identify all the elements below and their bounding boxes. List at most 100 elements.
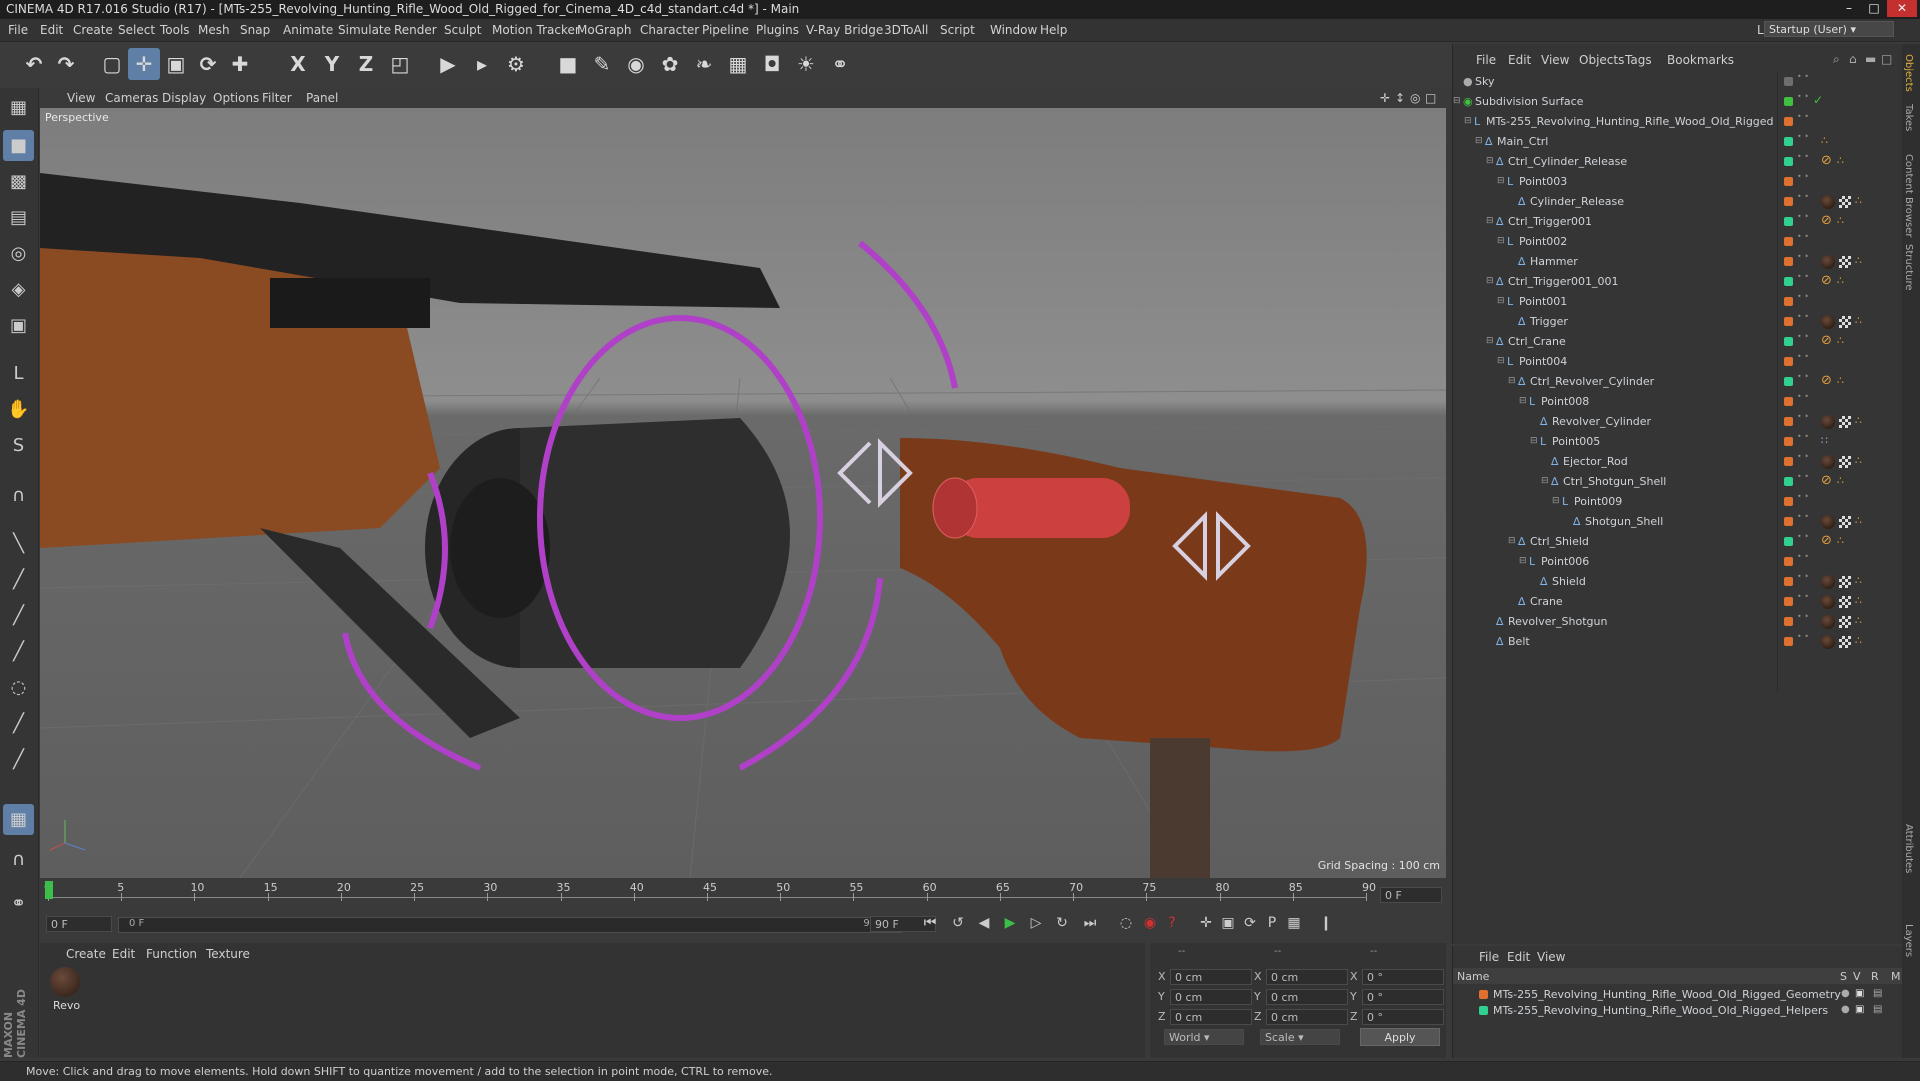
- expand-toggle-icon[interactable]: ⊟: [1497, 176, 1505, 186]
- layer-column-r[interactable]: R: [1871, 970, 1879, 983]
- visibility-dots-icon[interactable]: • •: [1797, 613, 1809, 621]
- object-name[interactable]: Point006: [1541, 555, 1589, 568]
- layer-color-swatch[interactable]: [1784, 517, 1793, 526]
- object-menu-tags[interactable]: Tags: [1625, 53, 1652, 67]
- visibility-dots-icon[interactable]: • •: [1797, 393, 1809, 401]
- object-name[interactable]: Main_Ctrl: [1497, 135, 1548, 148]
- pen-icon[interactable]: ✎: [586, 48, 618, 80]
- python-script-icon[interactable]: ⚭: [3, 888, 34, 919]
- layer-color-swatch[interactable]: [1784, 237, 1793, 246]
- layer-column-m[interactable]: M: [1891, 970, 1901, 983]
- y-axis-icon[interactable]: Y: [316, 48, 348, 80]
- redo-icon[interactable]: ↷: [50, 48, 82, 80]
- object-menu-view[interactable]: View: [1541, 53, 1569, 67]
- object-row[interactable]: ⊟ L Point006 • •: [1453, 552, 1903, 572]
- material-tag-icon[interactable]: [1821, 195, 1835, 209]
- goto-end-icon[interactable]: ⏭: [1080, 915, 1100, 935]
- expand-toggle-icon[interactable]: ⊟: [1497, 356, 1505, 366]
- visibility-dots-icon[interactable]: • •: [1797, 333, 1809, 341]
- play-icon[interactable]: ▶: [1000, 915, 1020, 935]
- transform-icon[interactable]: ✚: [224, 48, 256, 80]
- layer-color-swatch[interactable]: [1784, 317, 1793, 326]
- expand-toggle-icon[interactable]: ⊟: [1508, 536, 1516, 546]
- material-tag-icon[interactable]: [1821, 515, 1835, 529]
- material-thumbnail[interactable]: [50, 967, 80, 997]
- object-row[interactable]: ∆ Shotgun_Shell • • ∴: [1453, 512, 1903, 532]
- visibility-dots-icon[interactable]: • •: [1797, 633, 1809, 641]
- object-name[interactable]: Ctrl_Crane: [1508, 335, 1566, 348]
- coord-field[interactable]: 0 cm: [1266, 989, 1348, 1005]
- coord-field[interactable]: 0 cm: [1170, 989, 1252, 1005]
- expand-toggle-icon[interactable]: ⊟: [1464, 116, 1472, 126]
- object-name[interactable]: Ctrl_Trigger001_001: [1508, 275, 1619, 288]
- hammer-arrow-controllers[interactable]: [837, 438, 913, 508]
- visibility-dots-icon[interactable]: • •: [1797, 253, 1809, 261]
- tweak-icon[interactable]: ✋: [3, 394, 34, 425]
- undo-icon[interactable]: ↶: [18, 48, 50, 80]
- object-row[interactable]: ⊟ ∆ Ctrl_Cylinder_Release • • ⊘ ∴: [1453, 152, 1903, 172]
- viewport-rotate-icon[interactable]: ◎: [1410, 91, 1420, 105]
- protection-tag-icon[interactable]: ⊘: [1821, 273, 1832, 288]
- material-menu-function[interactable]: Function: [146, 947, 197, 961]
- constraint-tag-icon[interactable]: ∴: [1821, 134, 1828, 147]
- constraint-tag-icon[interactable]: ∴: [1837, 474, 1844, 487]
- smooth-icon[interactable]: ╱: [3, 744, 34, 775]
- layer-color-swatch[interactable]: [1784, 297, 1793, 306]
- light-icon[interactable]: ☀: [790, 48, 822, 80]
- camera-icon[interactable]: ◘: [756, 48, 788, 80]
- constraint-tag-icon[interactable]: ∴: [1837, 154, 1844, 167]
- visibility-dots-icon[interactable]: • •: [1797, 513, 1809, 521]
- side-tab-content-browser[interactable]: Content Browser: [1903, 154, 1914, 237]
- weight-tag-icon[interactable]: ∴: [1855, 514, 1862, 527]
- menu-tools[interactable]: Tools: [160, 23, 190, 37]
- menu-sculpt[interactable]: Sculpt: [444, 23, 481, 37]
- expand-toggle-icon[interactable]: ⊟: [1486, 336, 1494, 346]
- object-row[interactable]: ⊟ ∆ Ctrl_Crane • • ⊘ ∴: [1453, 332, 1903, 352]
- material-tag-icon[interactable]: [1821, 615, 1835, 629]
- view-visible-icon[interactable]: ▣: [1855, 988, 1864, 999]
- layer-color-swatch[interactable]: [1784, 357, 1793, 366]
- magnet-select-icon[interactable]: ∩: [3, 844, 34, 875]
- menu-edit[interactable]: Edit: [40, 23, 63, 37]
- weight-tag-icon[interactable]: ∴: [1855, 314, 1862, 327]
- object-expand-icon[interactable]: □: [1881, 52, 1892, 66]
- object-name[interactable]: Ctrl_Shotgun_Shell: [1563, 475, 1666, 488]
- visibility-dots-icon[interactable]: • •: [1797, 593, 1809, 601]
- material-tag-icon[interactable]: [1821, 315, 1835, 329]
- record-off-icon[interactable]: ◌: [1116, 915, 1136, 935]
- object-row[interactable]: ∆ Belt • • ∴: [1453, 632, 1903, 652]
- object-name[interactable]: Ejector_Rod: [1563, 455, 1628, 468]
- menu-script[interactable]: Script: [940, 23, 975, 37]
- viewport-maximize-icon[interactable]: □: [1425, 91, 1436, 105]
- object-name[interactable]: Shield: [1552, 575, 1586, 588]
- material-menu-edit[interactable]: Edit: [112, 947, 135, 961]
- visibility-dots-icon[interactable]: • •: [1797, 473, 1809, 481]
- uvw-tag-icon[interactable]: [1839, 256, 1851, 268]
- object-row[interactable]: ⊟ L Point002 • •: [1453, 232, 1903, 252]
- coord-field[interactable]: 0 cm: [1266, 1009, 1348, 1025]
- key-move-icon[interactable]: ✛: [1196, 915, 1216, 935]
- object-row[interactable]: ∆ Crane • • ∴: [1453, 592, 1903, 612]
- visibility-dots-icon[interactable]: • •: [1797, 73, 1809, 81]
- enabled-check-icon[interactable]: ✓: [1813, 93, 1823, 107]
- solo-icon[interactable]: ●: [1841, 988, 1850, 999]
- frame-range-slider[interactable]: 0 F 90 F: [118, 917, 902, 933]
- uvw-tag-icon[interactable]: [1839, 516, 1851, 528]
- uvw-tag-icon[interactable]: [1839, 456, 1851, 468]
- render-visible-icon[interactable]: ▤: [1873, 988, 1882, 999]
- next-frame-icon[interactable]: ▷: [1026, 915, 1046, 935]
- side-tab-layers[interactable]: Layers: [1903, 924, 1914, 957]
- view-visible-icon[interactable]: ▣: [1855, 1004, 1864, 1015]
- timeline-ruler[interactable]: 051015202530354045505560657075808590: [40, 879, 1446, 903]
- object-name[interactable]: Ctrl_Revolver_Cylinder: [1530, 375, 1654, 388]
- object-row[interactable]: ⊟ L Point004 • •: [1453, 352, 1903, 372]
- layer-color-swatch[interactable]: [1784, 477, 1793, 486]
- menu-mograph[interactable]: MoGraph: [577, 23, 632, 37]
- paint-icon[interactable]: ╱: [3, 564, 34, 595]
- expand-toggle-icon[interactable]: ⊟: [1486, 276, 1494, 286]
- layout-select[interactable]: Startup (User) ▾: [1764, 21, 1894, 37]
- object-row[interactable]: ∆ Revolver_Shotgun • • ∴: [1453, 612, 1903, 632]
- render-visible-icon[interactable]: ▤: [1873, 1004, 1882, 1015]
- object-menu-edit[interactable]: Edit: [1508, 53, 1531, 67]
- uvw-tag-icon[interactable]: [1839, 576, 1851, 588]
